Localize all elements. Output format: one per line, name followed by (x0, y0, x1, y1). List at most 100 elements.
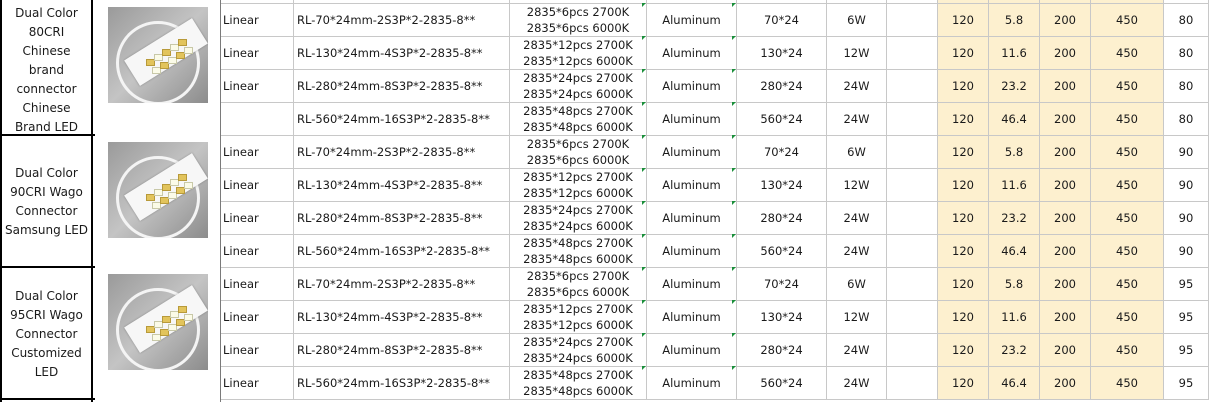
table-cell-type[interactable]: Linear (220, 136, 294, 169)
table-cell-type[interactable]: Linear (220, 235, 294, 268)
table-cell-size[interactable]: 560*24 (737, 367, 827, 400)
table-cell-cri[interactable]: 80 (1164, 103, 1209, 136)
table-cell-v4[interactable]: 450 (1091, 37, 1164, 70)
table-cell-v3[interactable]: 200 (1040, 4, 1091, 37)
group-label[interactable]: Dual Color 90CRI Wago Connector Samsung … (0, 136, 93, 268)
table-cell-led[interactable]: 2835*12pcs 2700K 2835*12pcs 6000K (510, 169, 647, 202)
table-cell-material[interactable]: Aluminum (647, 103, 737, 136)
table-cell-model[interactable]: RL-280*24mm-8S3P*2-2835-8** (294, 70, 510, 103)
table-cell-extra[interactable] (887, 301, 938, 334)
table-cell-led[interactable]: 2835*6pcs 2700K 2835*6pcs 6000K (510, 4, 647, 37)
table-cell-v1[interactable]: 120 (938, 268, 989, 301)
table-cell-size[interactable]: 130*24 (737, 301, 827, 334)
table-cell-v2[interactable]: 5.8 (989, 4, 1040, 37)
table-cell-led[interactable]: 2835*24pcs 2700K 2835*24pcs 6000K (510, 202, 647, 235)
table-cell-v1[interactable]: 120 (938, 367, 989, 400)
table-cell-power[interactable]: 24W (827, 70, 887, 103)
table-cell-material[interactable]: Aluminum (647, 70, 737, 103)
table-cell-v3[interactable]: 200 (1040, 235, 1091, 268)
table-cell-model[interactable]: RL-280*24mm-8S3P*2-2835-8** (294, 334, 510, 367)
table-cell-led[interactable]: 2835*48pcs 2700K 2835*48pcs 6000K (510, 235, 647, 268)
table-cell-v4[interactable]: 450 (1091, 103, 1164, 136)
table-cell-v3[interactable]: 200 (1040, 334, 1091, 367)
table-cell-v4[interactable]: 450 (1091, 4, 1164, 37)
table-cell-material[interactable]: Aluminum (647, 136, 737, 169)
table-cell-v1[interactable]: 120 (938, 136, 989, 169)
table-cell-cri[interactable]: 95 (1164, 367, 1209, 400)
table-cell-type[interactable]: Linear (220, 301, 294, 334)
table-cell-type[interactable]: Linear (220, 169, 294, 202)
table-cell-v2[interactable]: 23.2 (989, 70, 1040, 103)
table-cell-v4[interactable]: 450 (1091, 70, 1164, 103)
table-cell-model[interactable]: RL-560*24mm-16S3P*2-2835-8** (294, 367, 510, 400)
table-cell-power[interactable]: 6W (827, 4, 887, 37)
table-cell-model[interactable]: RL-560*24mm-16S3P*2-2835-8** (294, 235, 510, 268)
table-cell-v1[interactable]: 120 (938, 37, 989, 70)
table-cell-cri[interactable]: 95 (1164, 334, 1209, 367)
table-cell-v4[interactable]: 450 (1091, 235, 1164, 268)
table-cell-v2[interactable]: 11.6 (989, 37, 1040, 70)
table-cell-material[interactable]: Aluminum (647, 235, 737, 268)
table-cell-size[interactable]: 280*24 (737, 202, 827, 235)
table-cell-led[interactable]: 2835*48pcs 2700K 2835*48pcs 6000K (510, 103, 647, 136)
table-cell-extra[interactable] (887, 70, 938, 103)
table-cell-type[interactable]: Linear (220, 268, 294, 301)
table-cell-v1[interactable]: 120 (938, 202, 989, 235)
table-cell-v3[interactable]: 200 (1040, 136, 1091, 169)
group-label[interactable]: Dual Color 95CRI Wago Connector Customiz… (0, 268, 93, 400)
table-cell-cri[interactable]: 95 (1164, 268, 1209, 301)
table-cell-v1[interactable]: 120 (938, 70, 989, 103)
table-cell-v1[interactable]: 120 (938, 4, 989, 37)
table-cell-type[interactable]: Linear (220, 70, 294, 103)
table-cell-led[interactable]: 2835*12pcs 2700K 2835*12pcs 6000K (510, 37, 647, 70)
table-cell-led[interactable]: 2835*6pcs 2700K 2835*6pcs 6000K (510, 136, 647, 169)
group-label[interactable]: Dual Color 80CRI Chinese brand connector… (0, 4, 93, 136)
table-cell-size[interactable]: 280*24 (737, 70, 827, 103)
table-cell-v2[interactable]: 11.6 (989, 169, 1040, 202)
table-cell-size[interactable]: 130*24 (737, 37, 827, 70)
table-cell-model[interactable]: RL-280*24mm-8S3P*2-2835-8** (294, 202, 510, 235)
table-cell-material[interactable]: Aluminum (647, 4, 737, 37)
table-cell-v4[interactable]: 450 (1091, 169, 1164, 202)
table-cell-power[interactable]: 12W (827, 301, 887, 334)
table-cell-v1[interactable]: 120 (938, 235, 989, 268)
table-cell-material[interactable]: Aluminum (647, 301, 737, 334)
table-cell-type[interactable]: Linear (220, 202, 294, 235)
table-cell-extra[interactable] (887, 367, 938, 400)
table-cell-model[interactable]: RL-130*24mm-4S3P*2-2835-8** (294, 301, 510, 334)
table-cell-model[interactable]: RL-70*24mm-2S3P*2-2835-8** (294, 268, 510, 301)
table-cell-v3[interactable]: 200 (1040, 301, 1091, 334)
table-cell-v3[interactable]: 200 (1040, 37, 1091, 70)
table-cell-v2[interactable]: 46.4 (989, 235, 1040, 268)
table-cell-v2[interactable]: 11.6 (989, 301, 1040, 334)
table-cell-v3[interactable]: 200 (1040, 268, 1091, 301)
table-cell-material[interactable]: Aluminum (647, 334, 737, 367)
table-cell-model[interactable]: RL-70*24mm-2S3P*2-2835-8** (294, 136, 510, 169)
table-cell-extra[interactable] (887, 202, 938, 235)
table-cell-v3[interactable]: 200 (1040, 202, 1091, 235)
table-cell-model[interactable]: RL-130*24mm-4S3P*2-2835-8** (294, 37, 510, 70)
table-cell-cri[interactable]: 90 (1164, 202, 1209, 235)
table-cell-extra[interactable] (887, 136, 938, 169)
table-cell-cri[interactable]: 90 (1164, 169, 1209, 202)
table-cell-v2[interactable]: 23.2 (989, 202, 1040, 235)
table-cell-v4[interactable]: 450 (1091, 202, 1164, 235)
table-cell-cri[interactable]: 80 (1164, 37, 1209, 70)
table-cell-power[interactable]: 24W (827, 103, 887, 136)
table-cell-led[interactable]: 2835*12pcs 2700K 2835*12pcs 6000K (510, 301, 647, 334)
table-cell-material[interactable]: Aluminum (647, 367, 737, 400)
table-cell-power[interactable]: 24W (827, 367, 887, 400)
table-cell-cri[interactable]: 95 (1164, 301, 1209, 334)
table-cell-type[interactable]: Linear (220, 37, 294, 70)
table-cell-led[interactable]: 2835*6pcs 2700K 2835*6pcs 6000K (510, 268, 647, 301)
table-cell-type[interactable]: Linear (220, 367, 294, 400)
table-cell-v2[interactable]: 5.8 (989, 268, 1040, 301)
table-cell-v1[interactable]: 120 (938, 169, 989, 202)
table-cell-v4[interactable]: 450 (1091, 334, 1164, 367)
table-cell-v2[interactable]: 23.2 (989, 334, 1040, 367)
table-cell-model[interactable]: RL-560*24mm-16S3P*2-2835-8** (294, 103, 510, 136)
table-cell-material[interactable]: Aluminum (647, 169, 737, 202)
table-cell-power[interactable]: 24W (827, 202, 887, 235)
table-cell-extra[interactable] (887, 235, 938, 268)
table-cell-cri[interactable]: 90 (1164, 136, 1209, 169)
